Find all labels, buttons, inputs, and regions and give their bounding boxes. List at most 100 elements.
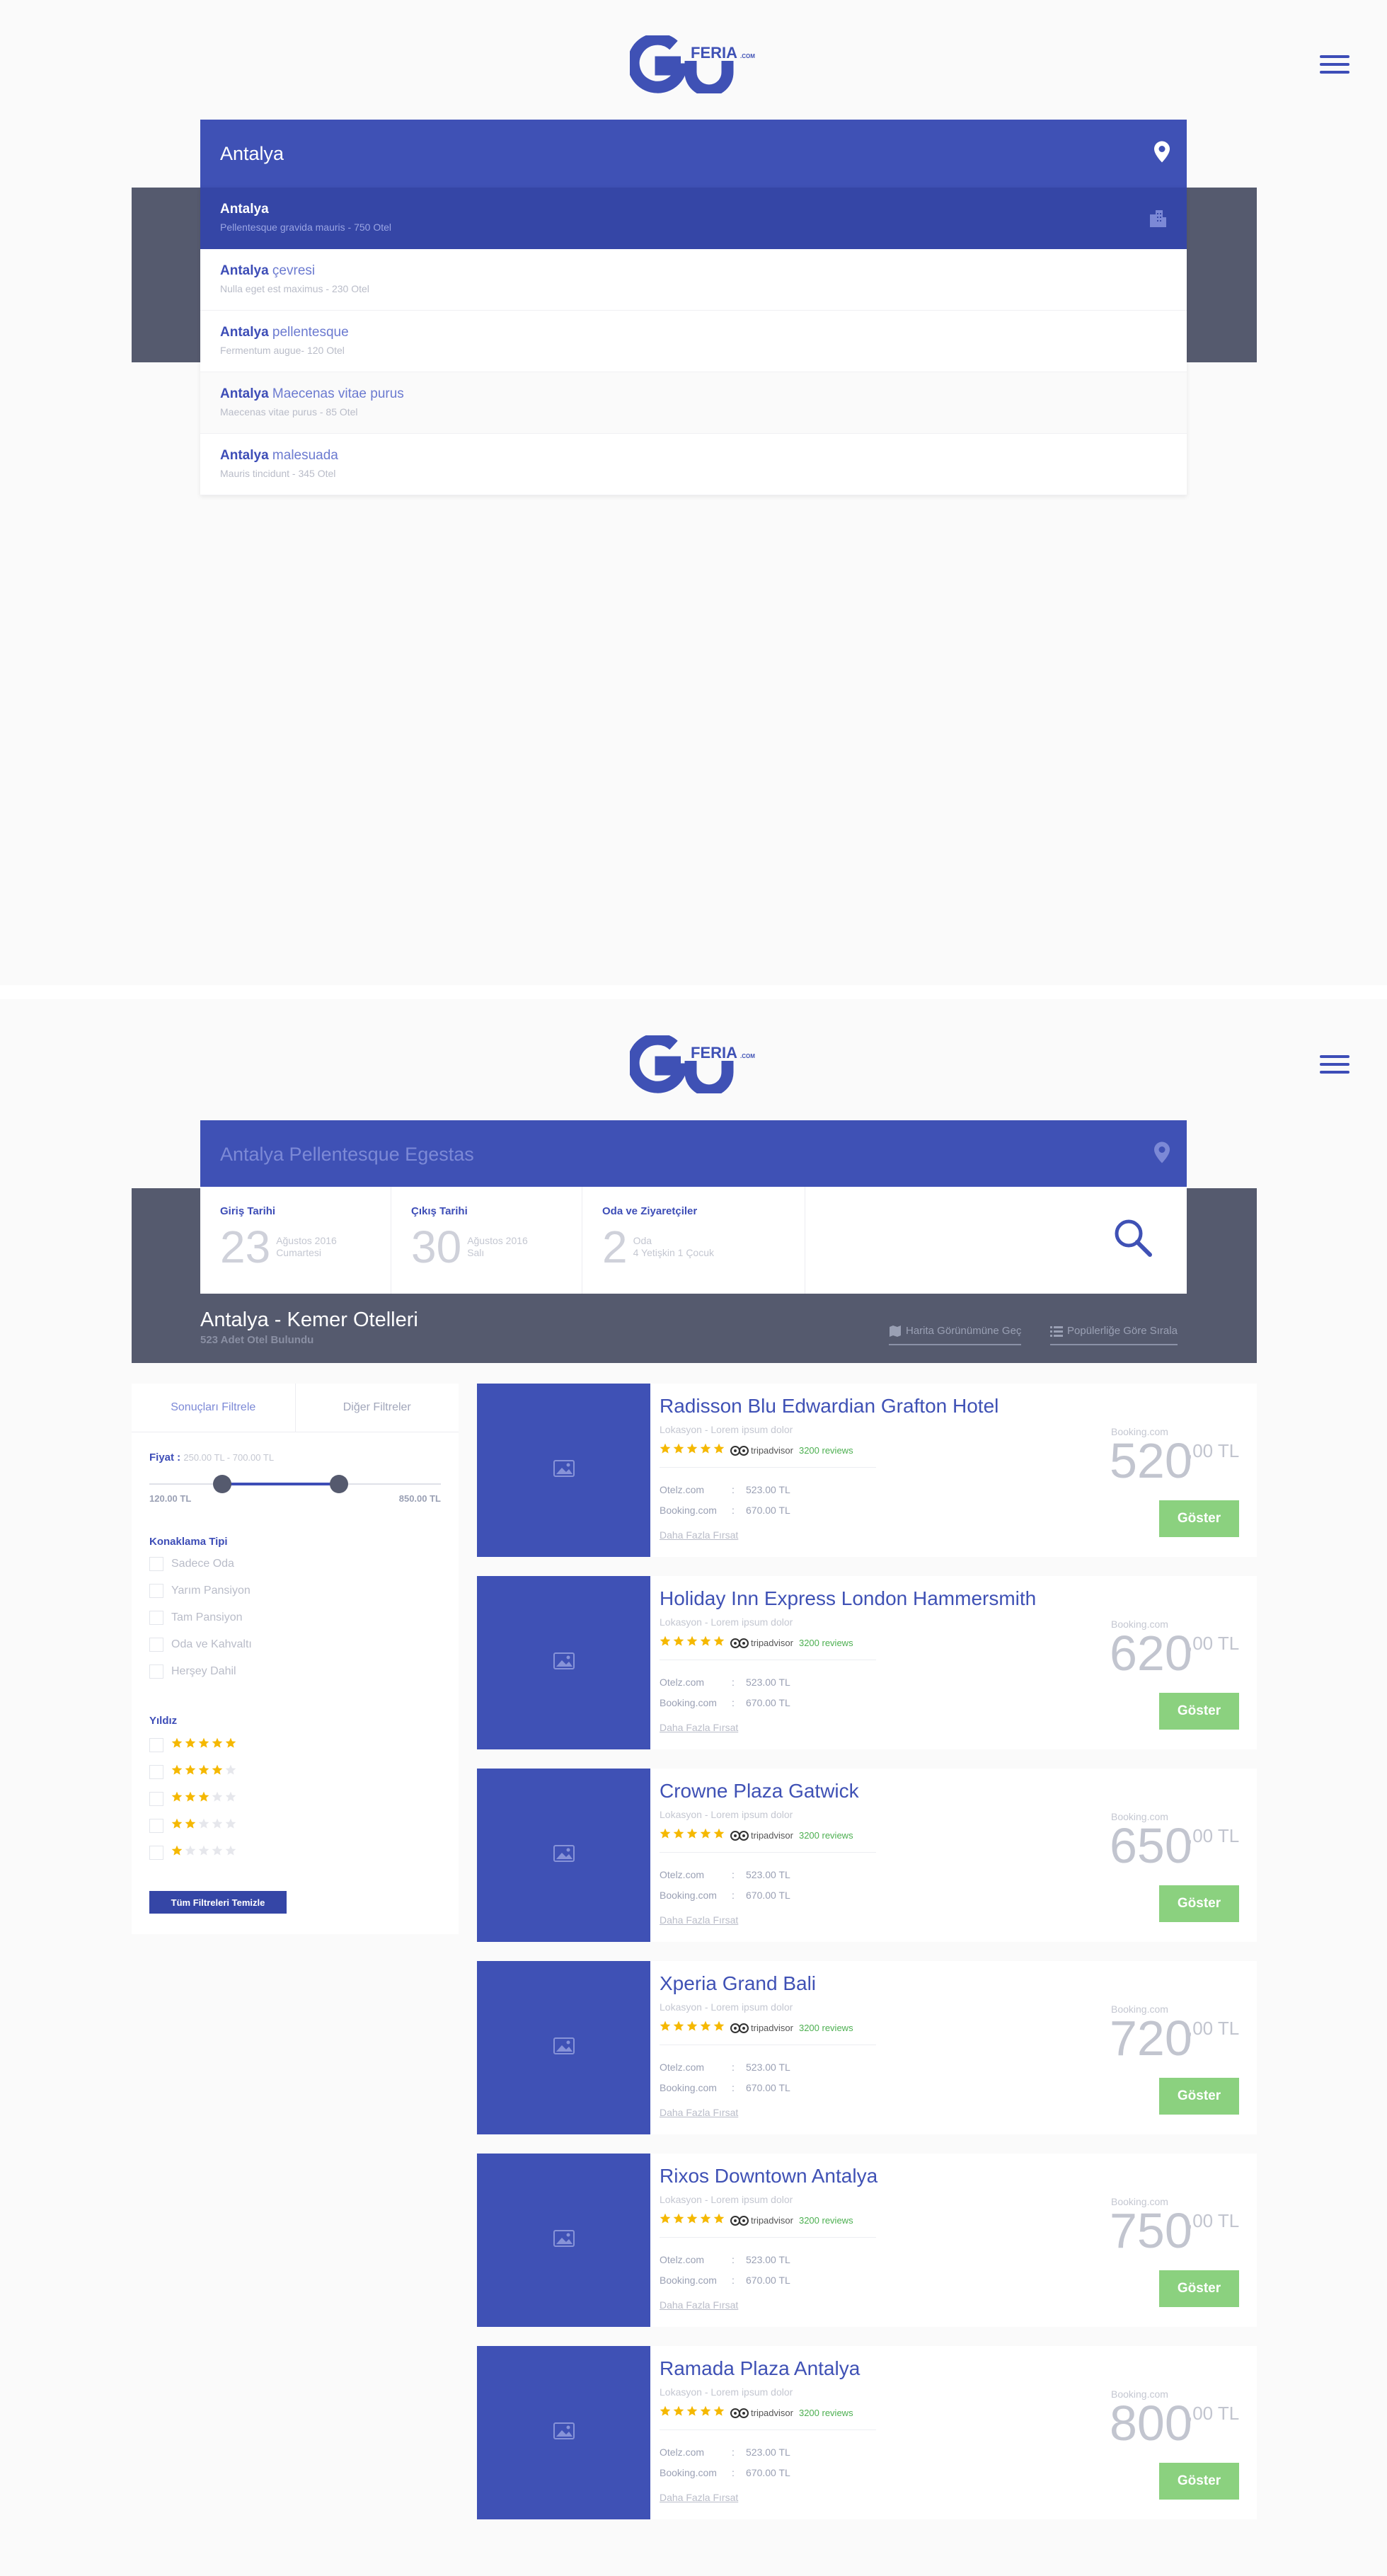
rooms-count: 2 <box>602 1221 628 1272</box>
review-count[interactable]: 3200 reviews <box>799 1445 853 1456</box>
clear-filters-button[interactable]: Tüm Filtreleri Temizle <box>149 1891 287 1914</box>
more-deals-link[interactable]: Daha Fazla Fırsat <box>660 1914 738 1926</box>
hotel-location: Lokasyon - Lorem ipsum dolor <box>660 2386 793 2398</box>
review-count[interactable]: 3200 reviews <box>799 2408 853 2418</box>
lodging-checkbox[interactable]: Oda ve Kahvaltı <box>149 1638 252 1652</box>
hotel-card[interactable]: Crowne Plaza Gatwick Lokasyon - Lorem ips… <box>477 1769 1257 1942</box>
suggestion-item[interactable]: Antalya malesuada Mauris tincidunt - 345… <box>200 434 1187 495</box>
hotel-name[interactable]: Ramada Plaza Antalya <box>660 2357 860 2380</box>
hotel-card[interactable]: Rixos Downtown Antalya Lokasyon - Lorem i… <box>477 2154 1257 2327</box>
hotel-image[interactable] <box>477 1961 650 2134</box>
checkbox[interactable] <box>149 1664 163 1679</box>
location-pin-icon[interactable] <box>1154 1142 1170 1167</box>
review-count[interactable]: 3200 reviews <box>799 1830 853 1841</box>
suggestion-item[interactable]: Antalya pellentesque Fermentum augue- 12… <box>200 311 1187 372</box>
show-button[interactable]: Göster <box>1159 1885 1239 1922</box>
tripadvisor-label: tripadvisor <box>751 2023 793 2033</box>
price-slider-max-handle[interactable] <box>329 1475 348 1493</box>
checkout-label: Çıkış Tarihi <box>411 1205 468 1217</box>
tab-other-filters[interactable]: Diğer Filtreler <box>294 1384 459 1432</box>
more-deals-link[interactable]: Daha Fazla Fırsat <box>660 2107 738 2118</box>
lodging-option-label: Sadece Oda <box>171 1558 234 1570</box>
show-button[interactable]: Göster <box>1159 2463 1239 2500</box>
checkbox[interactable] <box>149 1791 163 1806</box>
menu-icon[interactable] <box>1320 1055 1349 1075</box>
star-filter-option[interactable] <box>149 1764 236 1779</box>
lodging-checkbox[interactable]: Herşey Dahil <box>149 1664 236 1679</box>
lodging-checkbox[interactable]: Tam Pansiyon <box>149 1611 243 1625</box>
search-icon[interactable] <box>1113 1218 1153 1261</box>
hotel-name[interactable]: Holiday Inn Express London Hammersmith <box>660 1587 1036 1610</box>
hotel-card[interactable]: Radisson Blu Edwardian Grafton Hotel Loka… <box>477 1384 1257 1557</box>
hotel-name[interactable]: Crowne Plaza Gatwick <box>660 1780 859 1802</box>
more-deals-link[interactable]: Daha Fazla Fırsat <box>660 2492 738 2503</box>
hotel-card[interactable]: Holiday Inn Express London Hammersmith Lo… <box>477 1576 1257 1749</box>
star-filter-option[interactable] <box>149 1845 236 1860</box>
lodging-checkbox[interactable]: Sadece Oda <box>149 1557 234 1571</box>
show-button[interactable]: Göster <box>1159 1500 1239 1537</box>
suggestion-item[interactable]: Antalya Maecenas vitae purus Maecenas vi… <box>200 372 1187 434</box>
hotel-image[interactable] <box>477 2154 650 2327</box>
star-filter-option[interactable] <box>149 1818 236 1833</box>
location-pin-icon[interactable] <box>1154 141 1170 166</box>
suggestion-item[interactable]: Antalya Pellentesque gravida mauris - 75… <box>200 188 1187 249</box>
provider-name: Booking.com <box>660 1697 717 1708</box>
show-button[interactable]: Göster <box>1159 2270 1239 2307</box>
checkout-picker[interactable]: Çıkış Tarihi 30 Ağustos 2016 Salı <box>391 1187 582 1294</box>
tripadvisor-owl-icon <box>730 1830 749 1841</box>
hotel-name[interactable]: Radisson Blu Edwardian Grafton Hotel <box>660 1395 998 1418</box>
star-icon <box>225 1737 236 1752</box>
lodging-checkbox[interactable]: Yarım Pansiyon <box>149 1584 251 1598</box>
checkbox[interactable] <box>149 1557 163 1571</box>
checkbox[interactable] <box>149 1737 163 1752</box>
suggestion-item[interactable]: Antalya çevresi Nulla eget est maximus -… <box>200 249 1187 311</box>
price-range-text: 250.00 TL - 700.00 TL <box>183 1452 275 1463</box>
star-icon <box>673 2020 684 2035</box>
review-count[interactable]: 3200 reviews <box>799 1638 853 1648</box>
checkbox[interactable] <box>149 1845 163 1860</box>
hotel-image[interactable] <box>477 1769 650 1942</box>
hotel-image[interactable] <box>477 2346 650 2519</box>
suggestion-text: malesuada <box>268 448 338 463</box>
hotel-card[interactable]: Ramada Plaza Antalya Lokasyon - Lorem ips… <box>477 2346 1257 2519</box>
search-input-value[interactable]: Antalya <box>220 143 284 165</box>
separator: : <box>732 2082 735 2093</box>
image-placeholder-icon <box>553 2037 575 2058</box>
logo[interactable]: FERIA .COM <box>627 1033 757 1097</box>
checkin-picker[interactable]: Giriş Tarihi 23 Ağustos 2016 Cumartesi <box>200 1187 391 1294</box>
star-filter-option[interactable] <box>149 1791 236 1806</box>
map-view-link[interactable]: Harita Görünümüne Geç <box>889 1325 1022 1345</box>
checkbox[interactable] <box>149 1611 163 1625</box>
hotel-name[interactable]: Xperia Grand Bali <box>660 1972 816 1995</box>
hotel-name[interactable]: Rixos Downtown Antalya <box>660 2165 877 2187</box>
review-count[interactable]: 3200 reviews <box>799 2215 853 2226</box>
star-icon <box>225 1764 236 1779</box>
sort-popularity-link[interactable]: Popülerliğe Göre Sırala <box>1050 1325 1178 1345</box>
price-slider-min-handle[interactable] <box>213 1475 231 1493</box>
hotel-image[interactable] <box>477 1576 650 1749</box>
destination-search[interactable]: Antalya Pellentesque Egestas <box>200 1120 1187 1188</box>
checkbox[interactable] <box>149 1584 163 1598</box>
hotel-card[interactable]: Xperia Grand Bali Lokasyon - Lorem ipsum … <box>477 1961 1257 2134</box>
checkbox[interactable] <box>149 1818 163 1833</box>
destination-search[interactable]: Antalya <box>200 120 1187 188</box>
provider-name: Booking.com <box>660 1890 717 1901</box>
menu-icon[interactable] <box>1320 55 1349 75</box>
price-slider[interactable] <box>149 1475 441 1493</box>
star-icon <box>185 1764 196 1779</box>
rooms-guests-picker[interactable]: Oda ve Ziyaretçiler 2 Oda 4 Yetişkin 1 Ço… <box>582 1187 805 1294</box>
show-button[interactable]: Göster <box>1159 2078 1239 2115</box>
show-button[interactable]: Göster <box>1159 1693 1239 1730</box>
checkbox[interactable] <box>149 1638 163 1652</box>
logo[interactable]: FERIA .COM <box>627 33 757 97</box>
more-deals-link[interactable]: Daha Fazla Fırsat <box>660 1722 738 1733</box>
review-count[interactable]: 3200 reviews <box>799 2023 853 2033</box>
star-filter-option[interactable] <box>149 1737 236 1752</box>
tripadvisor-label: tripadvisor <box>751 2408 793 2418</box>
more-deals-link[interactable]: Daha Fazla Fırsat <box>660 2299 738 2311</box>
more-deals-link[interactable]: Daha Fazla Fırsat <box>660 1529 738 1541</box>
checkbox[interactable] <box>149 1764 163 1779</box>
tab-filter-results[interactable]: Sonuçları Filtrele <box>132 1384 295 1432</box>
search-input-value[interactable]: Antalya Pellentesque Egestas <box>220 1144 474 1166</box>
hotel-image[interactable] <box>477 1384 650 1557</box>
